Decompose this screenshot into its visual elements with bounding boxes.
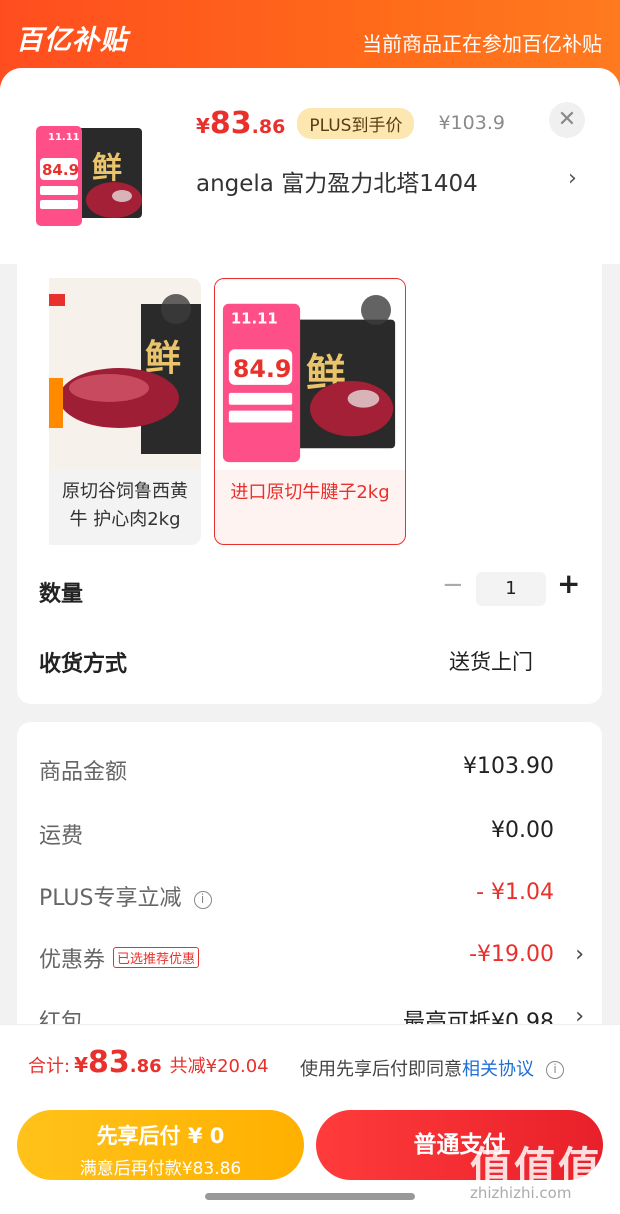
delivery-method-label: 收货方式	[39, 652, 128, 677]
price-row: ¥ 83 .86 PLUS到手价 ¥103.9	[196, 106, 505, 141]
summary-label-wrap: PLUS专享立减 i	[39, 880, 212, 912]
summary-row-plus-discount: PLUS专享立减 i - ¥1.04	[39, 880, 584, 920]
summary-row-coupon[interactable]: 优惠券 已选推荐优惠 -¥19.00 ›	[39, 942, 584, 982]
variant-option[interactable]: 鲜 原切谷饲鲁西黄牛 护心肉2kg	[49, 278, 201, 545]
quantity-decrease-button[interactable]: −	[442, 570, 464, 600]
summary-value: ¥0.00	[491, 818, 554, 843]
summary-value: - ¥1.04	[476, 880, 554, 905]
agreement-link[interactable]: 相关协议	[462, 1059, 534, 1080]
summary-label: 运费	[39, 824, 84, 849]
svg-text:11.11: 11.11	[48, 132, 80, 143]
info-icon[interactable]: i	[546, 1061, 564, 1079]
pay-later-title: 先享后付 ¥ 0	[96, 1124, 225, 1148]
pay-later-subtitle: 满意后再付款¥83.86	[79, 1159, 242, 1179]
summary-label-wrap: 优惠券 已选推荐优惠	[39, 942, 200, 974]
home-indicator[interactable]	[205, 1193, 415, 1200]
variant-panel: 鲜 原切谷饲鲁西黄牛 护心肉2kg 鲜 11.11 84.9 进口原切牛腱子2k…	[17, 264, 602, 704]
summary-value: -¥19.00	[469, 942, 554, 967]
quantity-input[interactable]: 1	[476, 572, 546, 606]
chevron-right-icon[interactable]: ›	[568, 166, 577, 191]
price-integer: 83	[209, 106, 252, 141]
summary-row-goods-amount: 商品金额 ¥103.90	[39, 754, 584, 794]
summary-label: PLUS专享立减	[39, 886, 182, 911]
original-price: ¥103.9	[438, 112, 505, 134]
chevron-right-icon[interactable]: ›	[575, 942, 584, 967]
summary-label: 优惠券	[39, 948, 106, 973]
summary-label: 商品金额	[39, 760, 128, 785]
summary-row-shipping: 运费 ¥0.00	[39, 818, 584, 858]
svg-text:11.11: 11.11	[231, 311, 278, 328]
variant-label: 原切谷饲鲁西黄牛 护心肉2kg	[62, 481, 188, 530]
product-thumbnail: 鲜 11.11 84.9	[32, 118, 150, 236]
svg-text:鲜: 鲜	[92, 151, 122, 186]
summary-value: ¥103.90	[463, 754, 554, 779]
agreement-text: 使用先享后付即同意相关协议 i	[300, 1055, 564, 1081]
watermark-url: zhizhizhi.com	[470, 1184, 572, 1202]
total-label: 合计:	[28, 1056, 71, 1077]
plus-price-badge: PLUS到手价	[297, 107, 415, 139]
order-total: 合计: ¥ 83 .86 共减¥20.04	[28, 1045, 269, 1080]
variant-promo-price: 84.9	[233, 355, 292, 383]
recommended-coupon-tag: 已选推荐优惠	[113, 947, 200, 968]
total-decimal: .86	[129, 1056, 162, 1077]
quantity-increase-button[interactable]: +	[557, 567, 580, 600]
expand-icon[interactable]	[361, 295, 391, 325]
price-currency: ¥	[196, 114, 210, 138]
delivery-address[interactable]: angela 富力盈力北塔1404	[196, 164, 478, 198]
close-icon: ✕	[557, 107, 577, 132]
total-savings: 共减¥20.04	[169, 1056, 269, 1077]
variant-label: 进口原切牛腱子2kg	[230, 482, 390, 503]
price-decimal: .86	[251, 116, 286, 138]
variant-option-selected[interactable]: 鲜 11.11 84.9 进口原切牛腱子2kg	[214, 278, 406, 545]
delivery-method-value[interactable]: 送货上门	[449, 646, 533, 676]
expand-icon[interactable]	[161, 294, 191, 324]
thumb-promo-price: 84.9	[42, 161, 79, 179]
total-currency: ¥	[74, 1053, 88, 1077]
close-button[interactable]: ✕	[549, 102, 585, 138]
agreement-prefix: 使用先享后付即同意	[300, 1059, 462, 1080]
subsidy-notice: 当前商品正在参加百亿补贴	[362, 32, 602, 56]
subsidy-logo: 百亿补贴	[16, 25, 128, 56]
pay-later-button[interactable]: 先享后付 ¥ 0 满意后再付款¥83.86	[17, 1110, 304, 1180]
info-icon[interactable]: i	[193, 891, 212, 909]
quantity-label: 数量	[39, 582, 84, 607]
total-integer: 83	[88, 1045, 130, 1080]
